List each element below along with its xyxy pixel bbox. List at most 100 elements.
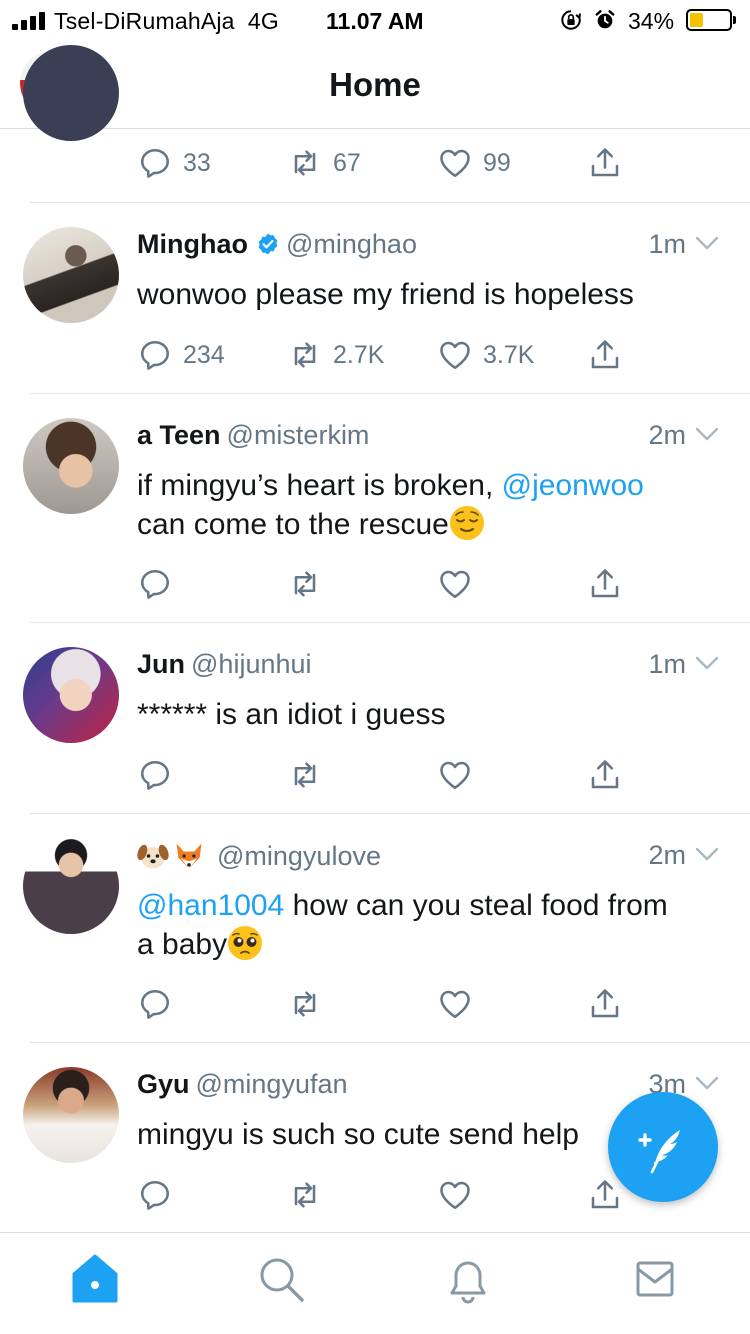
share-button[interactable] (587, 755, 623, 795)
like-button[interactable] (437, 564, 473, 604)
chevron-down-icon[interactable] (694, 233, 720, 253)
author-handle[interactable]: @hijunhui (191, 649, 312, 679)
tweet-text: if mingyu’s heart is broken, @jeonwoo ca… (137, 466, 720, 544)
avatar[interactable] (23, 647, 119, 743)
retweet-count: 67 (333, 148, 361, 177)
tab-notifications[interactable] (438, 1249, 498, 1309)
author-name[interactable]: Jun (137, 649, 185, 679)
heart-icon (440, 990, 470, 1019)
relieved-face-emoji-icon (449, 506, 484, 540)
tweet-header: Minghao @minghao 1m (137, 229, 720, 263)
envelope-icon (636, 1261, 674, 1297)
like-button[interactable]: 99 (437, 143, 511, 183)
avatar[interactable] (23, 227, 119, 323)
retweet-count: 2.7K (333, 340, 385, 369)
tweet[interactable]: Jun @hijunhui 1m ****** is an idiot i gue… (0, 623, 750, 814)
tweet-actions (137, 984, 637, 1024)
heart-icon (440, 761, 470, 790)
battery-percent: 34% (628, 8, 675, 34)
reply-button[interactable] (137, 984, 173, 1024)
reply-button[interactable] (137, 564, 173, 604)
alarm-icon (595, 10, 615, 29)
avatar[interactable] (23, 838, 119, 934)
reply-icon (140, 989, 170, 1019)
author-handle[interactable]: @minghao (286, 229, 417, 259)
tweet[interactable]: Minghao @minghao 1m wonwoo please my frie… (0, 203, 750, 394)
avatar[interactable] (23, 45, 119, 141)
retweet-button[interactable]: 67 (287, 143, 361, 183)
share-icon (591, 148, 619, 177)
share-button[interactable] (587, 564, 623, 604)
tweet-time: 1m (648, 229, 686, 259)
verified-badge-icon (258, 233, 278, 255)
tweet-header: Gyu @mingyufan 3m (137, 1069, 720, 1103)
tweet-actions (137, 564, 637, 604)
compose-feather-icon (638, 1130, 680, 1174)
tweet-time: 1m (648, 649, 686, 679)
retweet-icon (294, 991, 316, 1017)
retweet-icon (294, 342, 316, 368)
tab-search[interactable] (251, 1249, 311, 1309)
tweet-partial[interactable]: 33 67 99 (0, 45, 750, 203)
like-button[interactable]: 3.7K (437, 335, 534, 375)
tweet[interactable]: a Teen @misterkim 2m if mingyu’s heart is… (0, 394, 750, 623)
status-time: 11.07 AM (326, 8, 424, 34)
rotation-lock-icon (561, 10, 581, 30)
reply-button[interactable] (137, 1175, 173, 1215)
chevron-down-icon[interactable] (694, 424, 720, 444)
author-name[interactable]: Minghao (137, 229, 248, 259)
avatar[interactable] (23, 1067, 119, 1163)
reply-count: 33 (183, 148, 211, 177)
reply-icon (140, 340, 170, 370)
tweet-time: 2m (648, 420, 686, 450)
avatar[interactable] (23, 418, 119, 514)
reply-button[interactable] (137, 755, 173, 795)
retweet-button[interactable] (287, 564, 323, 604)
tweet-actions (137, 755, 637, 795)
heart-icon (440, 149, 470, 178)
battery-icon (686, 9, 736, 31)
retweet-icon (294, 571, 316, 597)
tweet-text: wonwoo please my friend is hopeless (137, 278, 634, 311)
like-count: 99 (483, 148, 511, 177)
author-name[interactable]: Gyu (137, 1069, 190, 1099)
chevron-down-icon[interactable] (694, 844, 720, 864)
like-button[interactable] (437, 984, 473, 1024)
tweet-text: ****** is an idiot i guess (137, 698, 446, 731)
author-handle[interactable]: @misterkim (227, 420, 370, 450)
author-handle[interactable]: @mingyufan (196, 1069, 348, 1099)
share-button[interactable] (587, 143, 623, 183)
tweet[interactable]: @mingyulove 2m @han1004 how can you stea… (0, 814, 750, 1043)
retweet-button[interactable] (287, 755, 323, 795)
retweet-icon (294, 762, 316, 788)
mention-link[interactable]: @han1004 (137, 889, 284, 922)
compose-tweet-button[interactable] (608, 1092, 718, 1202)
tweet-time: 2m (648, 840, 686, 870)
share-button[interactable] (587, 984, 623, 1024)
reply-button[interactable]: 33 (137, 143, 211, 183)
share-button[interactable] (587, 335, 623, 375)
reply-count: 234 (183, 340, 225, 369)
retweet-icon (294, 1182, 316, 1208)
chevron-down-icon[interactable] (694, 653, 720, 673)
share-button[interactable] (587, 1175, 623, 1215)
retweet-button[interactable]: 2.7K (287, 335, 384, 375)
like-button[interactable] (437, 755, 473, 795)
bottom-tab-bar (0, 1232, 750, 1334)
author-handle[interactable]: @mingyulove (217, 841, 381, 871)
tweet-actions: 234 2.7K 3.7K (137, 335, 637, 375)
reply-button[interactable]: 234 (137, 335, 225, 375)
author-name[interactable]: a Teen (137, 420, 221, 450)
retweet-button[interactable] (287, 984, 323, 1024)
status-carrier: Tsel-DiRumahAja 4G (54, 8, 279, 34)
tab-home[interactable] (65, 1249, 125, 1309)
share-icon (591, 569, 619, 598)
tab-messages[interactable] (625, 1249, 685, 1309)
share-icon (591, 760, 619, 789)
mention-link[interactable]: @jeonwoo (502, 469, 644, 502)
share-icon (591, 1180, 619, 1209)
like-button[interactable] (437, 1175, 473, 1215)
chevron-down-icon[interactable] (694, 1073, 720, 1093)
retweet-button[interactable] (287, 1175, 323, 1215)
retweet-icon (294, 150, 316, 176)
